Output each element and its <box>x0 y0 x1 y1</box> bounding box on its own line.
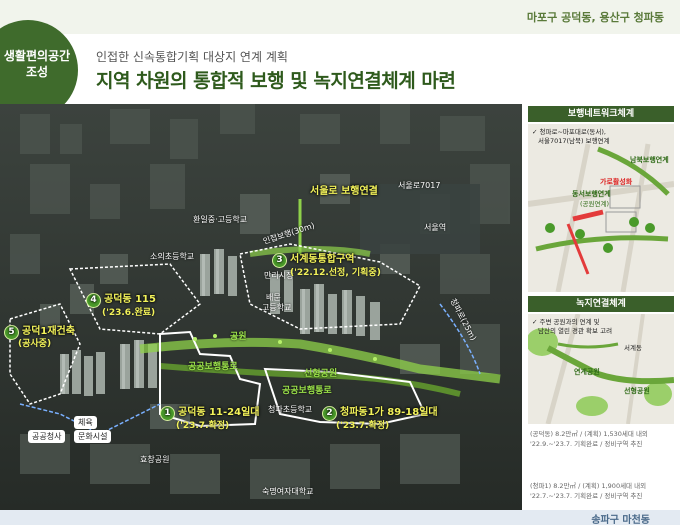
label-sports: 체육 <box>74 416 97 429</box>
label-east-west: 동서보행연계 <box>572 190 611 198</box>
label-linear-park-mini: 선형공원 <box>624 387 650 395</box>
stat-line-3: (청파1) 8.2만㎡ / (계획) 1,900세대 내외 <box>530 482 647 490</box>
green-network-title: 녹지연결체계 <box>528 296 674 312</box>
location-label: 마포구 공덕동, 용산구 청파동 <box>526 11 664 24</box>
site-1-number: 1 <box>160 406 175 421</box>
label-soeui-school: 소의초등학교 <box>150 252 195 261</box>
page-title: 지역 차원의 통합적 보행 및 녹지연결체계 마련 <box>96 70 456 92</box>
walk-desc-1: ✓ 청파로~마포대로(동서), <box>532 128 606 136</box>
site-4-status: ('23.6.완료) <box>102 308 156 318</box>
stat-line-2: '22.9.~'23.7. 기획완료 / 정비구역 추진 <box>530 440 643 448</box>
badge-line2: 조성 <box>25 65 49 79</box>
stat-line-1: (공덕동) 8.2만㎡ / (계획) 1,530세대 내외 <box>530 430 648 438</box>
site-4-name: 공덕동 115 <box>104 294 156 305</box>
label-culture: 문화시설 <box>74 430 112 443</box>
walk-network-title: 보행네트워크체계 <box>528 106 674 122</box>
label-public-office: 공공청사 <box>28 430 66 443</box>
label-seoullo7017: 서울로7017 <box>398 181 441 190</box>
footer-location: 송파구 마천동 <box>591 515 650 526</box>
label-street-activation: 가로활성화 <box>600 178 633 186</box>
aerial-map-graphic <box>0 104 522 510</box>
site-1-status: ('23.7.확정) <box>176 421 230 431</box>
label-connected-park: 연계공원 <box>574 368 600 376</box>
bottom-bar: 송파구 마천동 <box>0 510 680 526</box>
label-north-south: 남북보행연계 <box>630 156 669 164</box>
label-park: 공원 <box>230 332 247 342</box>
green-network-map: ✓ 주변 공원과의 연계 및 남산의 열린 경관 확보 고려 서계동 연계공원 … <box>528 314 674 424</box>
label-seoul-station: 서울역 <box>424 223 447 232</box>
site-3-name: 서계동통합구역 <box>290 254 355 265</box>
label-linear-park: 선형공원 <box>304 369 338 379</box>
page-subtitle: 인접한 신속통합기획 대상지 연계 계획 <box>96 50 288 64</box>
site-2-number: 2 <box>322 406 337 421</box>
green-desc-1: ✓ 주변 공원과의 연계 및 <box>532 318 600 326</box>
label-cheongpa-elementary: 청파초등학교 <box>268 405 313 414</box>
label-seogye-dong: 서계동 <box>624 344 642 352</box>
stat-line-4: '22.7.~'23.7. 기획완료 / 정비구역 추진 <box>530 492 643 500</box>
label-east-west-sub: (공원연계) <box>580 200 609 208</box>
label-hyochang-park: 효창공원 <box>140 455 170 464</box>
site-3-number: 3 <box>272 253 287 268</box>
label-high-school: 고등학교 <box>262 303 292 312</box>
walk-network-map: ✓ 청파로~마포대로(동서), 서울7017(남북) 보행연계 남북보행연계 가… <box>528 124 674 292</box>
badge-line1: 생활편의공간 <box>3 49 71 63</box>
site-1-name: 공덕동 11-24일대 <box>178 407 260 418</box>
site-2-name: 청파동1가 89-18일대 <box>340 407 438 418</box>
site-4-number: 4 <box>86 293 101 308</box>
site-5-status: (공사중) <box>18 339 52 349</box>
green-desc-2: 남산의 열린 경관 확보 고려 <box>538 327 613 335</box>
site-2-status: ('23.7.확정) <box>336 421 390 431</box>
aerial-map: 서울로 보행연결 서울로7017 환일중·고등학교 소의초등학교 서울역 인접보… <box>0 104 522 510</box>
label-public-walkway: 공공보행통로 <box>188 362 238 372</box>
side-panel: 보행네트워크체계 ✓ 청파로~마포대로(동서), 서울7017(남북) 보행연계… <box>522 104 680 510</box>
site-3-status: ('22.12.선정, 기획중) <box>290 268 381 278</box>
label-public-walkway-2: 공공보행통로 <box>282 386 332 396</box>
label-sookmyung: 숙명여자대학교 <box>262 487 314 496</box>
label-hwanil-school: 환일중·고등학교 <box>193 215 248 224</box>
site-5-number: 5 <box>4 325 19 340</box>
label-seoullo-link: 서울로 보행연결 <box>310 186 378 197</box>
walk-desc-2: 서울7017(남북) 보행연계 <box>538 137 610 145</box>
top-header-bar: 마포구 공덕동, 용산구 청파동 <box>0 0 680 34</box>
